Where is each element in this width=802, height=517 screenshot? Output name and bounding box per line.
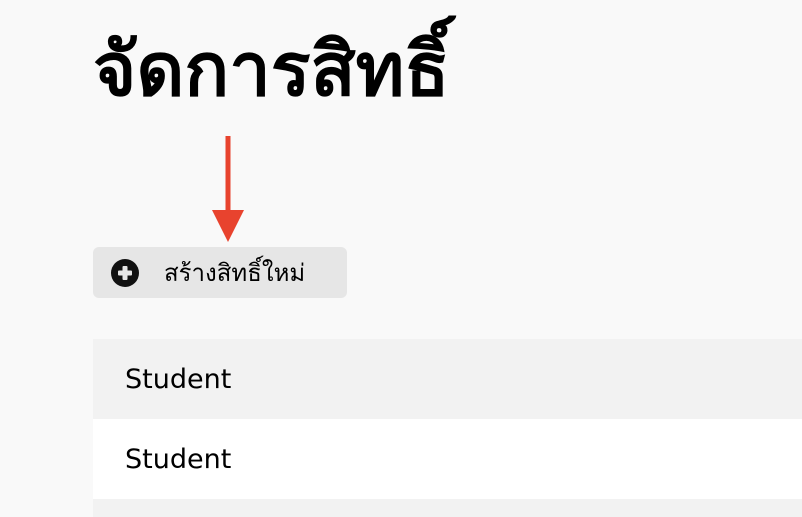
list-item[interactable]: Student (93, 419, 802, 499)
role-list: Student Student (93, 339, 802, 517)
list-item[interactable] (93, 499, 802, 517)
create-permission-label: สร้างสิทธิ์ใหม่ (164, 258, 306, 287)
page-title: จัดการสิทธิ์ (93, 27, 450, 113)
plus-circle-icon (111, 258, 139, 287)
create-permission-button[interactable]: สร้างสิทธิ์ใหม่ (93, 247, 347, 298)
permissions-page: จัดการสิทธิ์ สร้างสิทธิ์ใหม่ Student Stu… (0, 0, 802, 517)
list-item[interactable]: Student (93, 339, 802, 419)
down-arrow-icon (212, 136, 244, 242)
